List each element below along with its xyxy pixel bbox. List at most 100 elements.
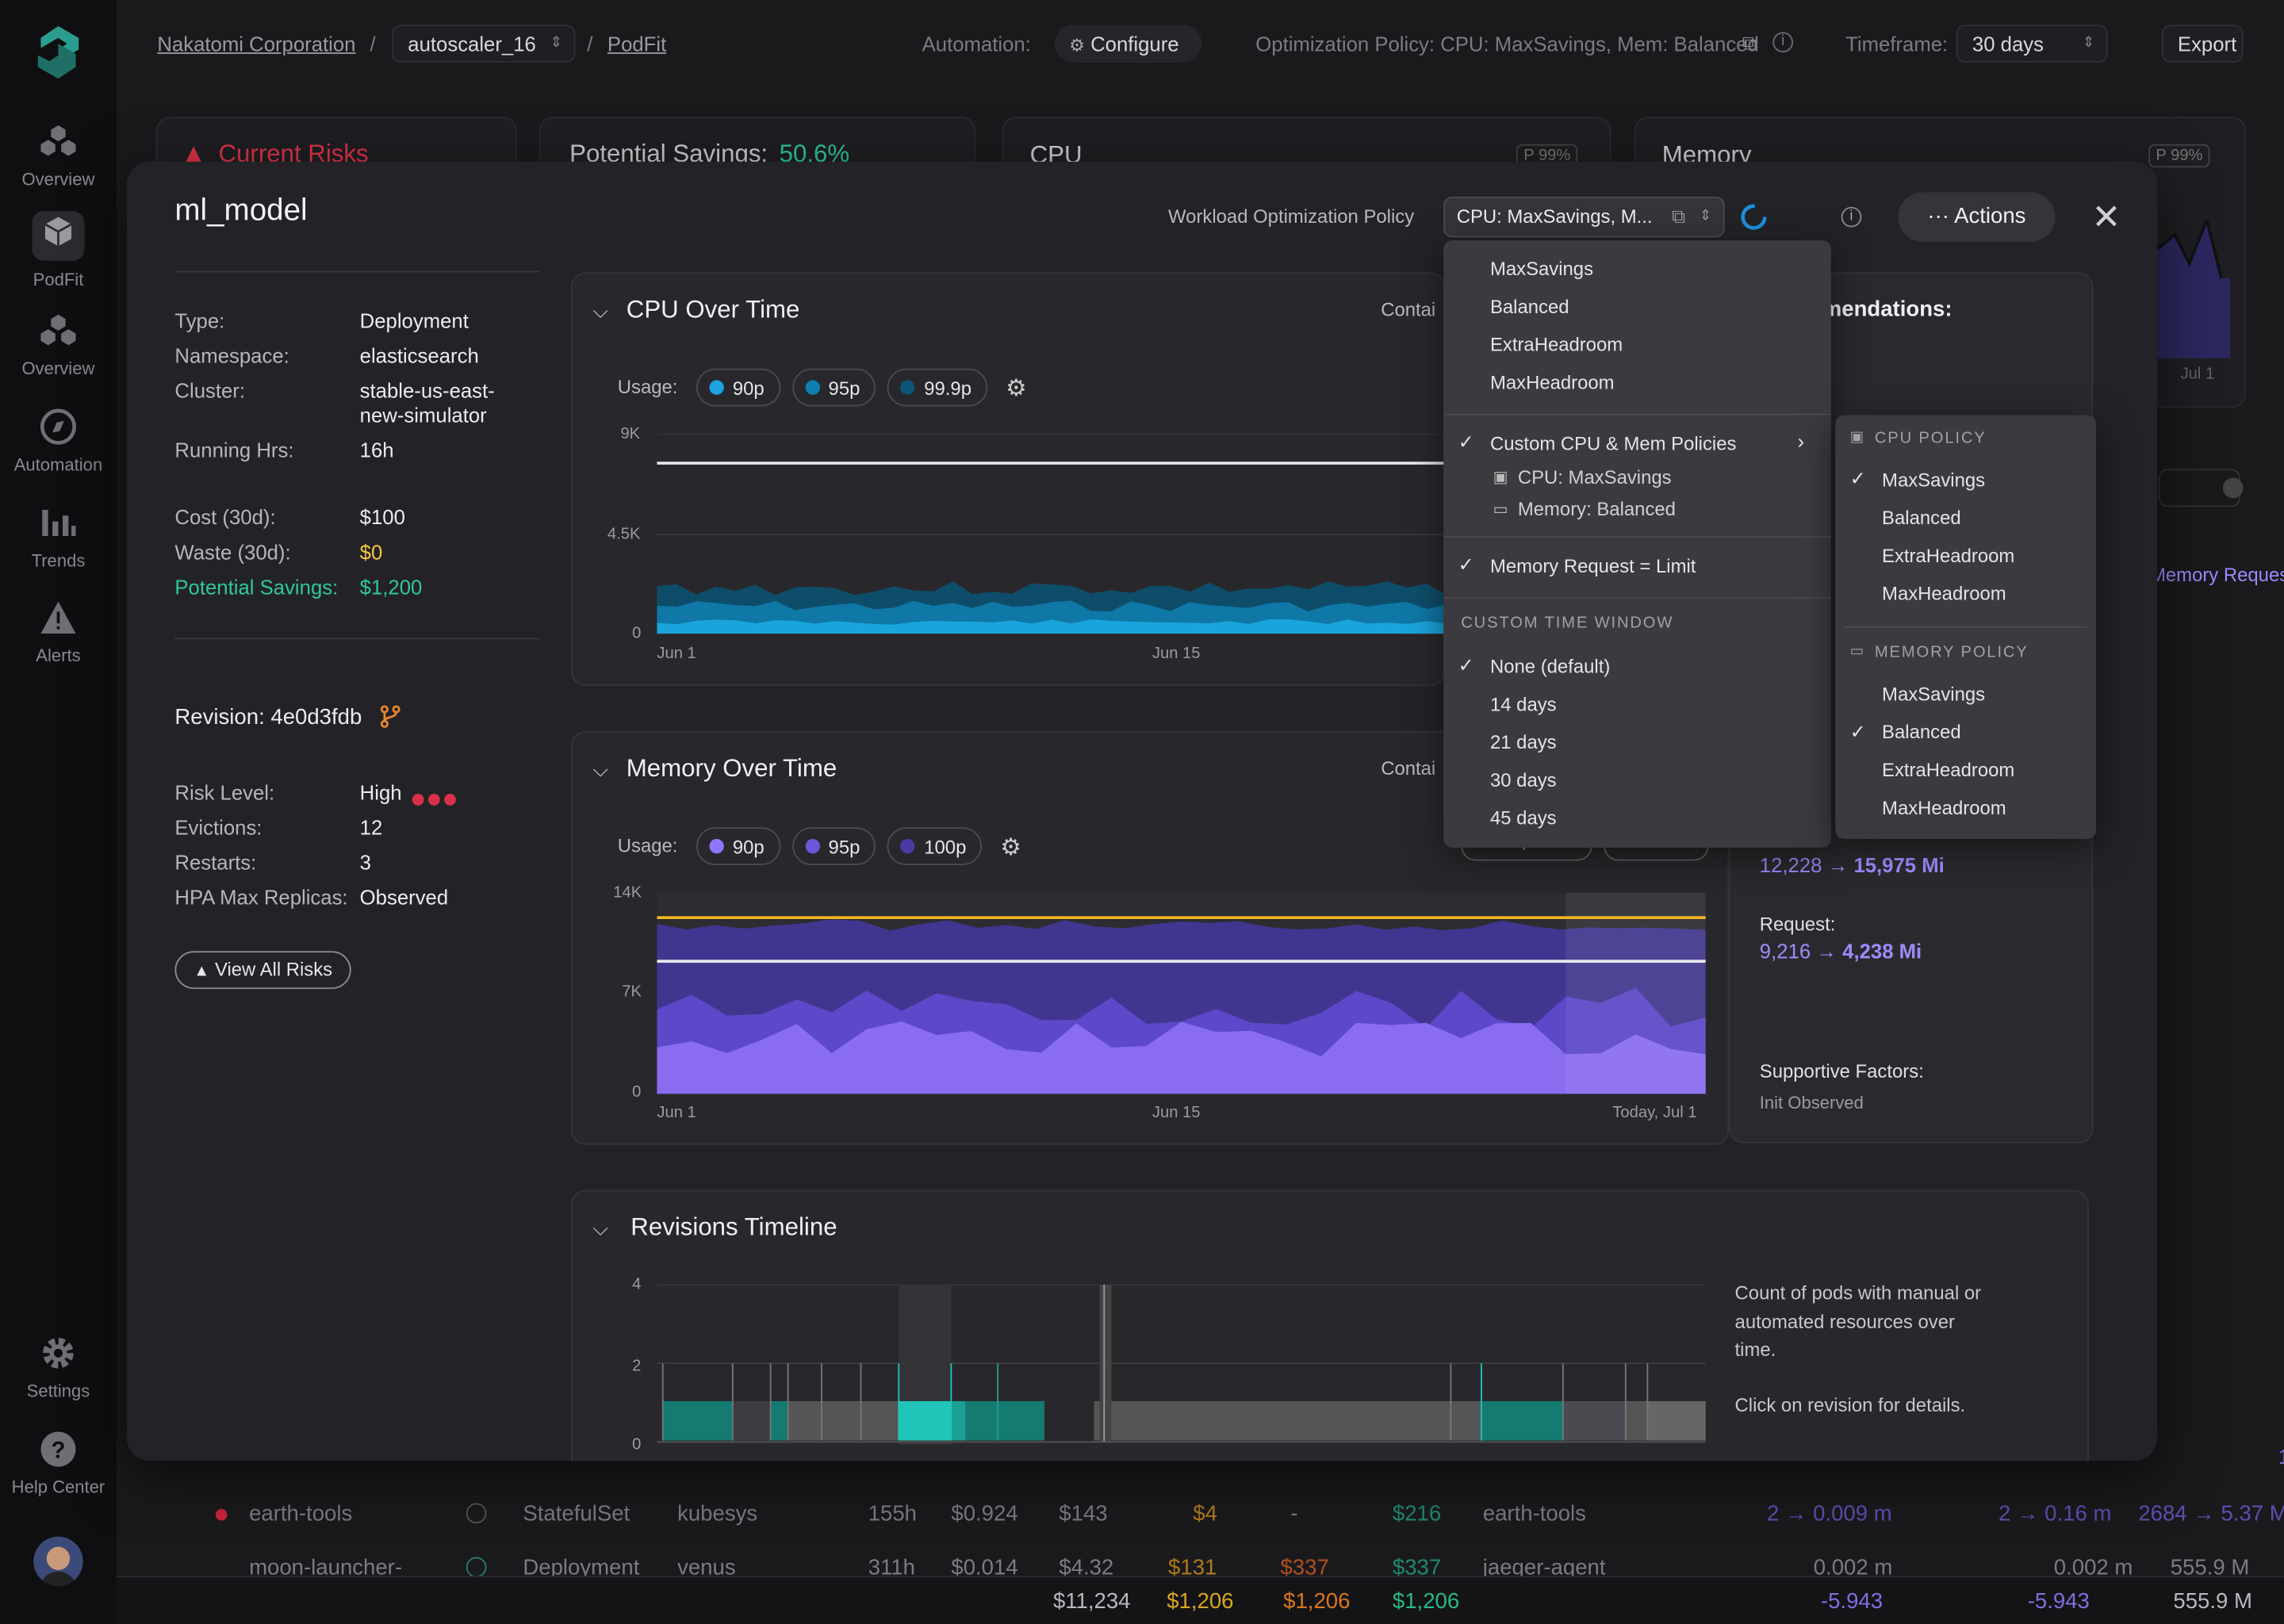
sidebar-item-label: Overview (21, 358, 95, 379)
status-icon (466, 1503, 487, 1524)
timeframe-label: Timeframe: (1845, 32, 1949, 56)
sidebar-item-help[interactable]: ? Help Center (0, 1431, 117, 1497)
menu-item-custom-policies[interactable]: Custom CPU & Mem Policies (1490, 433, 1736, 455)
submenu-item-memory-policy[interactable]: MaxSavings (1882, 683, 1985, 705)
row-name: earth-tools (249, 1501, 353, 1526)
container-label: Contai (1381, 298, 1436, 321)
menu-item-time-window[interactable]: 30 days (1490, 769, 1557, 791)
breadcrumb-podfit[interactable]: PodFit (607, 32, 666, 55)
menu-item-time-window[interactable]: None (default) (1490, 656, 1610, 678)
pill-90p[interactable]: 90p (696, 368, 780, 407)
configure-button[interactable]: ⚙ Configure (1054, 25, 1202, 63)
row-cost-4: $337 (1280, 1555, 1329, 1576)
revisions-timeline-panel: ⌵ Revisions Timeline 4 2 0 Count of pods… (570, 1189, 2089, 1461)
memory-sparkline (2157, 220, 2231, 358)
row-cost-5: $337 (1392, 1555, 1442, 1576)
revisions-chart-plot (657, 1285, 1706, 1446)
table-row[interactable]: earth-tools StatefulSet kubesys 155h $0.… (117, 1486, 2284, 1542)
y-tick: 0 (632, 1083, 642, 1101)
more-icon: ··· (1927, 204, 1949, 229)
y-tick: 0 (632, 624, 642, 643)
sidebar-item-podfit[interactable]: PodFit (0, 211, 117, 290)
timeframe-value: 30 days (1972, 32, 2044, 56)
sidebar-item-settings[interactable]: Settings (0, 1334, 117, 1401)
row-kind: Deployment (523, 1555, 640, 1576)
cluster-select[interactable]: autoscaler_16 ⇕ (392, 25, 576, 63)
menu-item-policy[interactable]: MaxHeadroom (1490, 371, 1615, 393)
y-tick: 0 (632, 1436, 642, 1454)
pill-100p[interactable]: 100p (887, 827, 983, 866)
actions-button[interactable]: ··· Actions (1898, 192, 2056, 242)
menu-item-policy[interactable]: ExtraHeadroom (1490, 334, 1623, 356)
submenu-item-memory-policy[interactable]: Balanced (1882, 721, 1961, 743)
submenu-item-memory-policy[interactable]: MaxHeadroom (1882, 797, 2006, 819)
cpu-chart-title: CPU Over Time (626, 295, 800, 324)
info-icon[interactable]: i (1772, 32, 1794, 53)
y-tick: 4.5K (607, 526, 641, 544)
table-cell-value: 1049 → 398 M (2278, 1445, 2284, 1468)
pill-95p[interactable]: 95p (791, 827, 876, 866)
memory-x-tick: Jul 1 (2180, 366, 2215, 384)
column-header-memory-request[interactable]: Memory Reques (2150, 564, 2284, 586)
submenu-item-memory-policy[interactable]: ExtraHeadroom (1882, 759, 2014, 781)
sidebar-item-label: Help Center (11, 1477, 105, 1498)
revision-bar (965, 1400, 998, 1441)
chevron-down-icon[interactable]: ⌵ (593, 757, 609, 782)
breadcrumb-separator: / (587, 32, 593, 56)
breadcrumb-org[interactable]: Nakatomi Corporation (157, 32, 355, 55)
submenu-item-cpu-policy[interactable]: MaxSavings (1882, 469, 1985, 491)
chevron-down-icon[interactable]: ⌵ (593, 299, 609, 324)
gear-icon[interactable]: ⚙ (1006, 377, 1026, 401)
timeframe-select[interactable]: 30 days ⇕ (1956, 25, 2108, 63)
export-button[interactable]: Export (2161, 25, 2244, 63)
revision-bar (788, 1400, 822, 1441)
sliders-icon[interactable]: ⧉ (1742, 31, 1757, 56)
table-row[interactable]: moon-launcher- Deployment venus 311h $0.… (117, 1541, 2284, 1576)
menu-item-time-window[interactable]: 14 days (1490, 693, 1557, 715)
row-cost-3: $4 (1193, 1501, 1217, 1526)
custom-policy-submenu: ▣ CPU POLICY ✓ MaxSavings Balanced ExtraHea… (1835, 415, 2097, 839)
pill-95p[interactable]: 95p (791, 368, 876, 407)
revision-bar (821, 1400, 861, 1441)
request-to: 4,238 Mi (1842, 939, 1922, 963)
sidebar-item-overview-2[interactable]: Overview (0, 312, 117, 379)
y-tick: 14K (613, 883, 642, 902)
memory-badge: P 99% (2148, 144, 2210, 168)
sidebar-item-overview[interactable]: Overview (0, 122, 117, 190)
revision-bar (860, 1400, 899, 1441)
submenu-item-cpu-policy[interactable]: Balanced (1882, 507, 1961, 529)
info-icon[interactable] (2222, 477, 2244, 499)
sidebar-item-trends[interactable]: Trends (0, 504, 117, 571)
info-icon[interactable]: i (1841, 206, 1862, 228)
y-tick: 7K (622, 982, 642, 1001)
pill-90p[interactable]: 90p (696, 827, 780, 866)
revision-bar (998, 1400, 1044, 1441)
risk-label: HPA Max Replicas: (174, 885, 348, 910)
menu-item-time-window[interactable]: 45 days (1490, 807, 1557, 829)
submenu-item-cpu-policy[interactable]: MaxHeadroom (1882, 583, 2006, 605)
policy-select[interactable]: CPU: MaxSavings, M... ⧉ ⇕ (1443, 196, 1725, 238)
memory-chart-title: Memory Over Time (626, 754, 837, 783)
avatar[interactable] (33, 1536, 83, 1587)
chevron-down-icon[interactable]: ⌵ (593, 1216, 609, 1241)
submenu-item-cpu-policy[interactable]: ExtraHeadroom (1882, 545, 2014, 567)
breadcrumb-separator: / (370, 32, 376, 56)
branch-icon[interactable] (380, 705, 400, 728)
gear-icon[interactable]: ⚙ (1000, 836, 1021, 860)
close-icon[interactable]: ✕ (2092, 197, 2121, 239)
menu-item-time-window[interactable]: 21 days (1490, 731, 1557, 753)
logo-icon[interactable] (35, 23, 82, 89)
check-icon: ✓ (1458, 431, 1474, 454)
risk-label: Risk Level: (174, 780, 275, 804)
row-cost-4: - (1290, 1501, 1298, 1526)
row-cpu-2: 0.002 m (2053, 1555, 2133, 1576)
menu-item-policy[interactable]: MaxSavings (1490, 258, 1593, 280)
menu-item-request-equals-limit[interactable]: Memory Request = Limit (1490, 555, 1696, 577)
sidebar-item-automation[interactable]: Automation (0, 408, 117, 475)
view-all-risks-button[interactable]: ▲ View All Risks (174, 951, 352, 990)
sidebar-item-alerts[interactable]: Alerts (0, 599, 117, 665)
request-label: Request: (1759, 913, 1836, 936)
pill-999p[interactable]: 99.9p (887, 368, 988, 407)
divider (1443, 535, 1831, 538)
menu-item-policy[interactable]: Balanced (1490, 296, 1569, 318)
